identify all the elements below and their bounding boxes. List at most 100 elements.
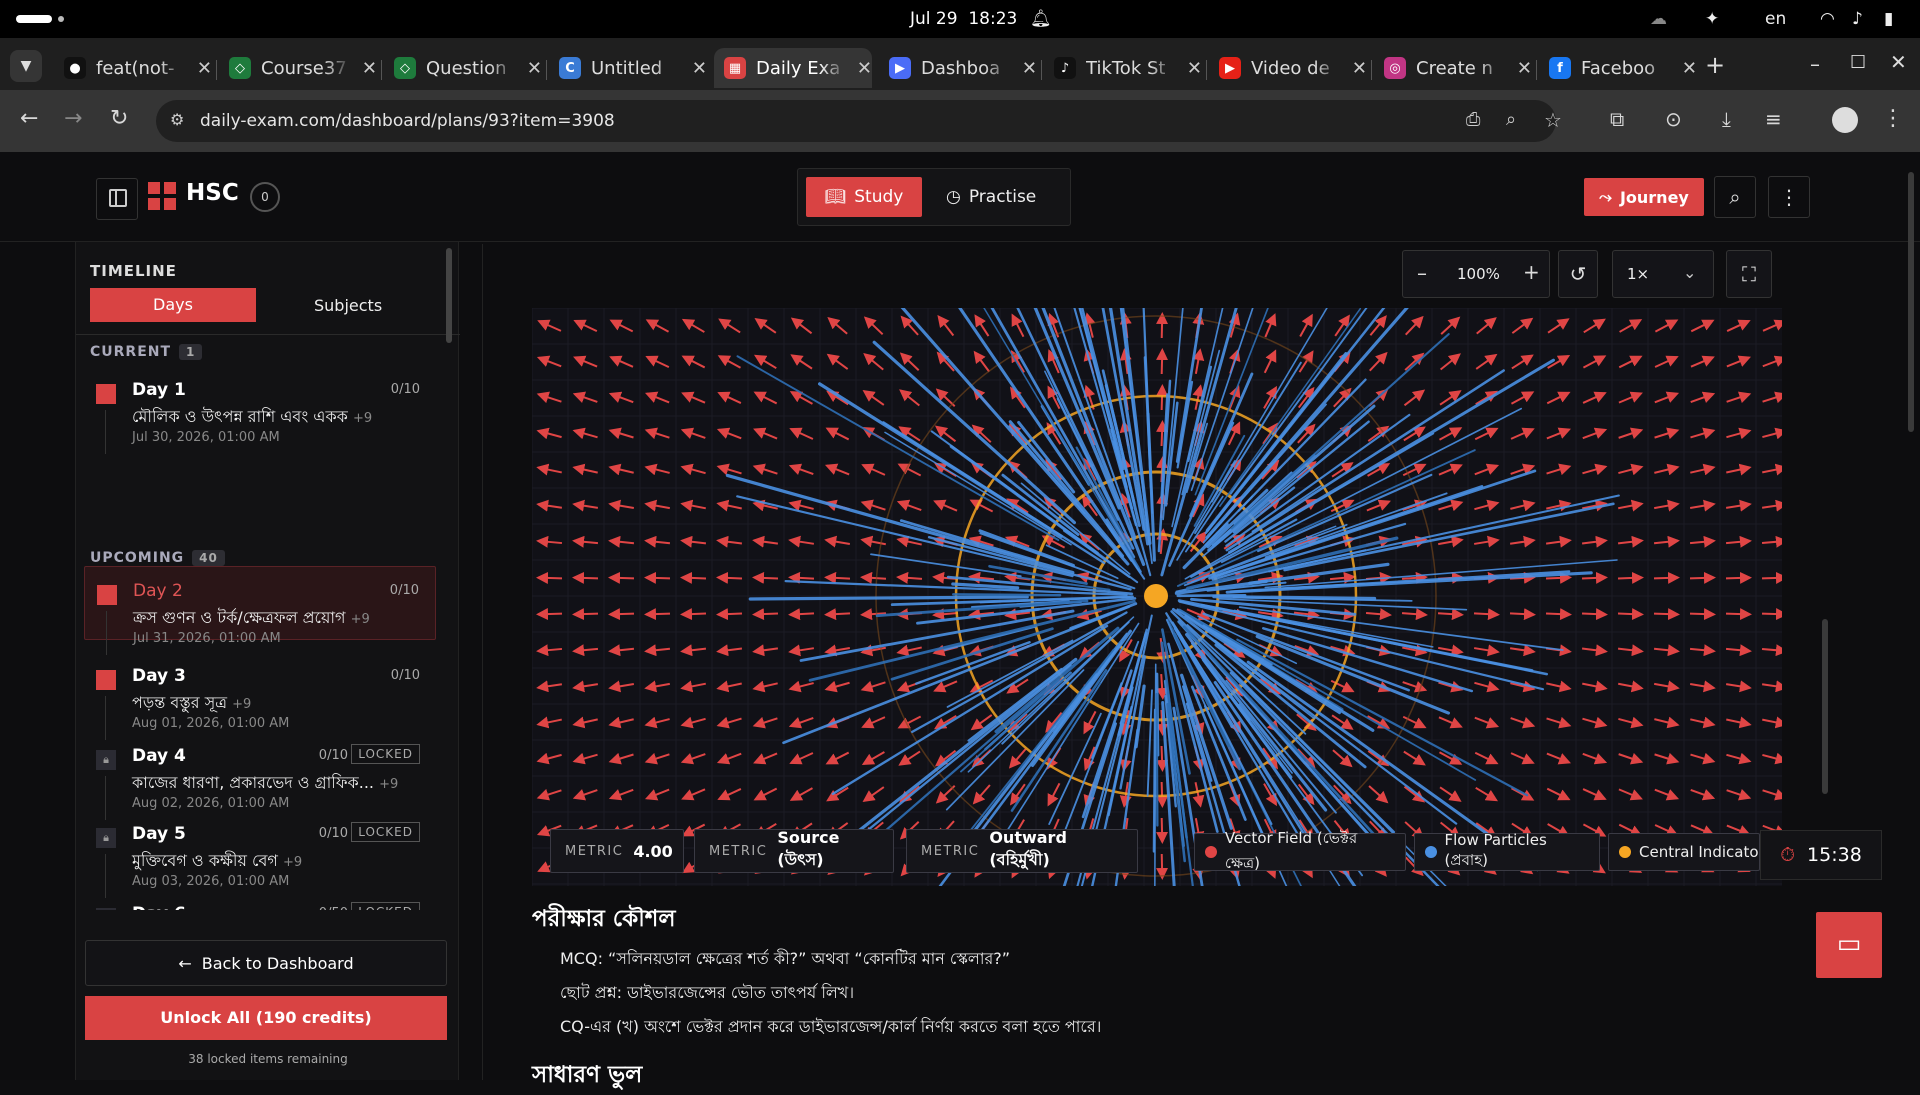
bell-icon[interactable]: 🔔︎ [1030,9,1052,29]
day-score: 0/10 [390,382,420,397]
vector-arrow [1474,751,1499,765]
close-tab-icon[interactable]: ✕ [692,58,707,79]
vector-arrow [681,355,706,369]
minimize-button[interactable]: – [1810,52,1820,76]
profile-avatar[interactable] [1832,107,1858,133]
browser-tab[interactable]: f Faceboo ✕ [1539,48,1697,88]
install-app-icon[interactable]: ⎙ [1466,109,1480,130]
vector-arrow [1510,499,1536,512]
os-clock[interactable]: Jul 29 18:23 [910,9,1017,29]
timeline-day-item[interactable]: Day 2 0/10 ক্রস গুণন ও টর্ক/ক্ষেত্রফল প্রয… [84,566,436,655]
tab-days[interactable]: Days [90,288,256,322]
browser-tab[interactable]: C Untitled ✕ [549,48,707,88]
tab-subjects[interactable]: Subjects [314,296,382,315]
vector-arrow [1761,499,1782,512]
legend-flow-particles: Flow Particles (প্রবাহ) [1414,831,1600,871]
new-tab-button[interactable]: + [1705,51,1725,79]
vector-arrow [897,715,922,729]
journey-button[interactable]: ⤳ Journey [1584,178,1704,216]
browser-tab[interactable]: ◎ Create n ✕ [1374,48,1532,88]
vector-arrow [680,680,706,693]
close-tab-icon[interactable]: ✕ [527,58,542,79]
zoom-in-button[interactable]: + [1523,260,1540,284]
study-button[interactable]: 📖︎ Study [806,177,922,217]
close-tab-icon[interactable]: ✕ [1352,58,1367,79]
vector-arrow [1618,355,1643,369]
reset-icon[interactable]: ↺ [1558,250,1598,298]
close-tab-icon[interactable]: ✕ [1022,58,1037,79]
fullscreen-icon[interactable]: ⛶ [1726,250,1772,298]
timeline-day-item[interactable]: Day 1 0/10 মৌলিক ও উৎপন্ন রাশি এবং একক +9 J… [84,366,436,458]
study-timer[interactable]: ⏱ 15:38 [1760,830,1882,880]
browser-menu-icon[interactable]: ⋮ [1882,108,1904,130]
zoom-icon[interactable]: ⌕ [1506,109,1516,130]
timeline-day-item[interactable]: Day 3 0/10 পড়ন্ত বস্তুর সূত্র +9 Aug 01, 2… [84,652,436,744]
browser-tab[interactable]: ◇ Question ✕ [384,48,542,88]
timeline-day-item[interactable]: 🔒︎ Day 6 0/50LOCKED [84,890,436,910]
vector-arrow [717,391,742,404]
vector-arrow [644,644,671,657]
close-tab-icon[interactable]: ✕ [1682,58,1697,79]
extensions-icon[interactable]: ⧉ [1610,108,1624,130]
sidebar-scrollbar[interactable] [446,248,452,343]
battery-icon[interactable]: ▮ [1884,9,1893,29]
close-window-button[interactable]: ✕ [1890,50,1907,74]
download-icon[interactable]: ⤓ [1722,108,1731,130]
accessibility-icon[interactable]: ✦ [1705,9,1719,29]
back-to-dashboard-button[interactable]: ← Back to Dashboard [85,940,447,986]
page-scrollbar[interactable] [1908,152,1914,1080]
speed-select[interactable]: 1× ⌄ [1612,250,1714,298]
practise-button[interactable]: ◷ Practise [946,187,1036,207]
vector-arrow [608,499,634,512]
browser-tab[interactable]: ▶ Video de ✕ [1209,48,1367,88]
browser-tab[interactable]: ▦ Daily Exa ✕ [714,48,872,88]
zoom-controls: – 100% + [1402,250,1550,298]
vector-field-visualization[interactable] [532,308,1782,886]
c-icon: C [559,57,581,79]
url-text[interactable]: daily-exam.com/dashboard/plans/93?item=3… [200,111,615,131]
vector-arrow [645,355,670,369]
vector-arrow [572,716,598,729]
activities-indicator[interactable] [16,15,52,23]
vector-arrow [1689,499,1716,512]
browser-tab[interactable]: ▶ Dashboa ✕ [879,48,1037,88]
browser-tab[interactable]: ◇ Course37 ✕ [219,48,377,88]
screenshot-icon[interactable]: ⊙ [1665,108,1682,130]
close-tab-icon[interactable]: ✕ [1517,58,1532,79]
chat-icon[interactable]: ▭ [1816,912,1882,978]
address-bar[interactable]: ⚙ daily-exam.com/dashboard/plans/93?item… [156,100,1562,142]
sidebar-toggle-button[interactable] [96,178,138,220]
vector-arrow [824,463,850,476]
day-title: Day 1 [132,380,186,400]
wifi-icon[interactable]: ◠ [1820,9,1835,29]
close-tab-icon[interactable]: ✕ [362,58,377,79]
vector-arrow [1509,535,1536,548]
more-menu-icon[interactable]: ⋮ [1768,176,1810,218]
vector-arrow [1510,391,1535,405]
browser-tab[interactable]: ● feat(not- ✕ [54,48,212,88]
vector-arrow [1725,499,1752,512]
unlock-all-button[interactable]: Unlock All (190 credits) [85,996,447,1040]
dashboard-icon: ▶ [889,57,911,79]
zoom-out-button[interactable]: – [1417,261,1427,285]
back-arrow-icon[interactable]: ← [20,108,38,130]
site-info-icon[interactable]: ⚙ [170,110,184,129]
reload-icon[interactable]: ↻ [110,108,128,130]
volume-icon[interactable]: ♪ [1852,9,1863,29]
vector-arrow [644,716,670,729]
forward-arrow-icon[interactable]: → [64,108,82,130]
tab-search-dropdown-icon[interactable]: ▼ [10,50,42,82]
maximize-button[interactable]: ☐ [1850,52,1866,73]
close-tab-icon[interactable]: ✕ [1187,58,1202,79]
search-icon[interactable]: ⌕ [1714,176,1756,218]
close-tab-icon[interactable]: ✕ [197,58,212,79]
media-control-icon[interactable]: ≡ [1765,108,1782,130]
vector-arrow [537,319,562,332]
vector-arrow [608,463,634,476]
language-indicator[interactable]: en [1765,9,1786,29]
timeline-day-item[interactable]: 🔒︎ Day 5 0/10 LOCKED মুক্তিবেগ ও কক্ষীয় বেগ… [84,810,436,902]
bookmark-star-icon[interactable]: ☆ [1544,108,1562,132]
close-tab-icon[interactable]: ✕ [857,58,872,79]
vector-arrow [572,644,599,657]
browser-tab[interactable]: ♪ TikTok St ✕ [1044,48,1202,88]
